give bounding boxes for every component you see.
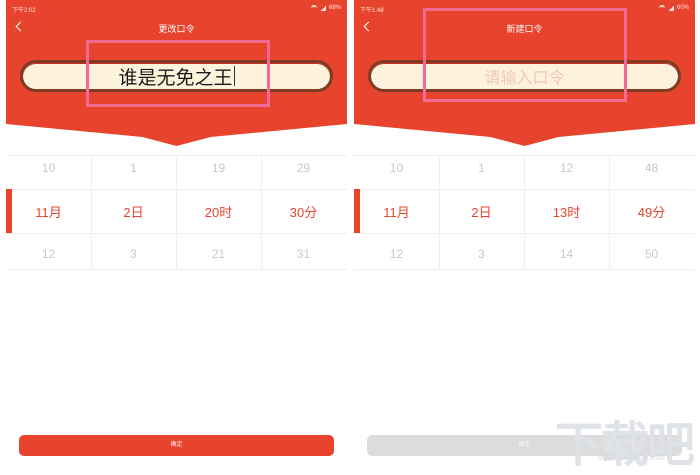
- time-picker[interactable]: 10 11月 12 1 2日 3 12 13时 14 48 49分 50: [354, 155, 695, 270]
- picker-option[interactable]: 10: [354, 161, 439, 175]
- picker-option[interactable]: 10: [6, 161, 91, 175]
- confirm-button[interactable]: 确定: [19, 435, 334, 456]
- picker-option[interactable]: 48: [609, 161, 694, 175]
- picker-option[interactable]: 3: [439, 247, 524, 261]
- signal-icon: [319, 5, 326, 11]
- picker-selected-minute[interactable]: 49分: [609, 202, 694, 221]
- month-column[interactable]: 10 11月 12: [6, 155, 91, 270]
- highlight-box-title-input: [423, 8, 627, 102]
- signal-icon: [667, 5, 674, 11]
- picker-selected-minute[interactable]: 30分: [261, 202, 346, 221]
- hour-column[interactable]: 19 20时 21: [176, 155, 261, 270]
- picker-option[interactable]: 31: [261, 247, 346, 261]
- status-time: 下午2:02: [12, 8, 36, 14]
- picker-selected-hour[interactable]: 13时: [524, 202, 609, 221]
- picker-selected-hour[interactable]: 20时: [176, 202, 261, 221]
- status-time: 下午1:48: [360, 8, 384, 14]
- picker-option[interactable]: 12: [6, 247, 91, 261]
- status-bar: 下午2:02 68%: [12, 5, 341, 15]
- picker-option[interactable]: 3: [91, 247, 176, 261]
- minute-column[interactable]: 48 49分 50: [609, 155, 694, 270]
- wifi-icon: [310, 5, 317, 11]
- picker-selected-month[interactable]: 11月: [354, 202, 439, 221]
- picker-option[interactable]: 29: [261, 161, 346, 175]
- highlight-box-input: [86, 40, 270, 107]
- minute-column[interactable]: 29 30分 31: [261, 155, 346, 270]
- battery-percent: 68%: [328, 5, 341, 11]
- picker-option[interactable]: 1: [439, 161, 524, 175]
- picker-selected-day[interactable]: 2日: [439, 202, 524, 221]
- watermark-url: www.xiazaiba.com: [599, 453, 665, 462]
- wifi-icon: [658, 5, 665, 11]
- day-column[interactable]: 1 2日 3: [439, 155, 524, 270]
- picker-option[interactable]: 50: [609, 247, 694, 261]
- picker-option[interactable]: 19: [176, 161, 261, 175]
- picker-option[interactable]: 12: [354, 247, 439, 261]
- picker-option[interactable]: 21: [176, 247, 261, 261]
- title-bar: 更改口令: [6, 18, 347, 38]
- time-picker[interactable]: 10 11月 12 1 2日 3 19 20时 21 29 30分 31: [6, 155, 347, 270]
- page-title: 更改口令: [158, 24, 195, 34]
- battery-percent: 60%: [676, 5, 689, 11]
- picker-selected-day[interactable]: 2日: [91, 202, 176, 221]
- watermark-logo: 下载吧: [555, 417, 695, 473]
- watermark: 下载吧 www.xiazaiba.com: [555, 405, 695, 473]
- picker-selected-month[interactable]: 11月: [6, 202, 91, 221]
- picker-option[interactable]: 14: [524, 247, 609, 261]
- picker-option[interactable]: 1: [91, 161, 176, 175]
- picker-option[interactable]: 12: [524, 161, 609, 175]
- month-column[interactable]: 10 11月 12: [354, 155, 439, 270]
- status-icons: 68%: [310, 5, 341, 11]
- hour-column[interactable]: 12 13时 14: [524, 155, 609, 270]
- status-icons: 60%: [658, 5, 689, 11]
- day-column[interactable]: 1 2日 3: [91, 155, 176, 270]
